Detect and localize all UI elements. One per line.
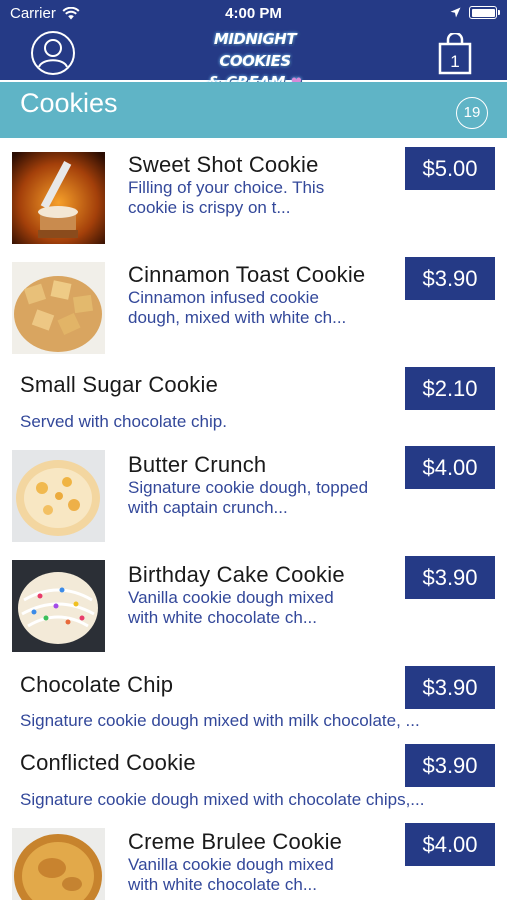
item-description-line-2: with captain crunch... [128, 498, 288, 517]
price-button[interactable]: $2.10 [405, 367, 495, 410]
category-title: Cookies [20, 88, 118, 118]
item-description-line-1: Signature cookie dough, topped [128, 478, 369, 497]
item-description-line-2: cookie is crispy on t... [128, 198, 291, 217]
item-name: Conflicted Cookie [20, 750, 196, 775]
svg-text:1: 1 [450, 52, 459, 71]
item-description-line-2: with white chocolate ch... [128, 608, 317, 627]
user-circle-icon [31, 31, 75, 75]
item-name: Sweet Shot Cookie [128, 152, 319, 177]
price-button[interactable]: $4.00 [405, 446, 495, 489]
app-header: Carrier 4:00 PM MIDNIGHT COOKIES & CREAM… [0, 0, 507, 91]
item-description: Signature cookie dough mixed with milk c… [20, 711, 420, 730]
cinnamon-cookie-image [12, 262, 105, 354]
price-button[interactable]: $4.00 [405, 823, 495, 866]
cart-button[interactable]: 1 [437, 31, 473, 75]
item-description-line-2: dough, mixed with white ch... [128, 308, 347, 327]
item-thumbnail [12, 560, 105, 652]
birthday-cake-cookie-image [12, 560, 105, 652]
category-count-badge: 19 [456, 97, 488, 129]
battery-icon [469, 6, 500, 19]
item-description: Signature cookie dough, topped with capt… [128, 478, 368, 518]
item-description-line-1: Filling of your choice. This [128, 178, 325, 197]
item-name: Small Sugar Cookie [20, 372, 219, 397]
category-header: Cookies 19 [0, 82, 507, 138]
item-description: Vanilla cookie dough mixed with white ch… [128, 855, 334, 895]
location-arrow-icon [450, 7, 461, 18]
item-description: Served with chocolate chip. [20, 412, 227, 431]
cookie-shot-image [12, 152, 105, 244]
item-name: Cinnamon Toast Cookie [128, 262, 366, 287]
shopping-bag-icon: 1 [438, 31, 472, 75]
item-name: Birthday Cake Cookie [128, 562, 345, 587]
price-button[interactable]: $3.90 [405, 556, 495, 599]
price-button[interactable]: $3.90 [405, 666, 495, 709]
brand-logo: MIDNIGHT COOKIES & CREAM ♥ [196, 28, 314, 91]
item-description: Cinnamon infused cookie dough, mixed wit… [128, 288, 346, 328]
item-thumbnail [12, 828, 105, 900]
butter-crunch-image [12, 450, 105, 542]
item-description: Vanilla cookie dough mixed with white ch… [128, 588, 334, 628]
item-description: Signature cookie dough mixed with chocol… [20, 790, 425, 809]
item-thumbnail [12, 450, 105, 542]
item-description-line-2: with white chocolate ch... [128, 875, 317, 894]
price-button[interactable]: $5.00 [405, 147, 495, 190]
item-name: Creme Brulee Cookie [128, 829, 343, 854]
item-thumbnail [12, 152, 105, 244]
profile-button[interactable] [30, 30, 76, 76]
price-button[interactable]: $3.90 [405, 744, 495, 787]
price-button[interactable]: $3.90 [405, 257, 495, 300]
item-thumbnail [12, 262, 105, 354]
item-name: Butter Crunch [128, 452, 267, 477]
status-bar: Carrier 4:00 PM [0, 0, 507, 28]
item-description: Filling of your choice. This cookie is c… [128, 178, 324, 218]
status-right [450, 6, 500, 19]
creme-brulee-cookie-image [12, 828, 105, 900]
item-description-line-1: Vanilla cookie dough mixed [128, 855, 334, 874]
status-time: 4:00 PM [225, 5, 282, 22]
item-description-line-1: Vanilla cookie dough mixed [128, 588, 334, 607]
item-name: Chocolate Chip [20, 672, 174, 697]
item-description-line-1: Cinnamon infused cookie [128, 288, 319, 307]
logo-line-1: MIDNIGHT COOKIES [213, 30, 297, 70]
